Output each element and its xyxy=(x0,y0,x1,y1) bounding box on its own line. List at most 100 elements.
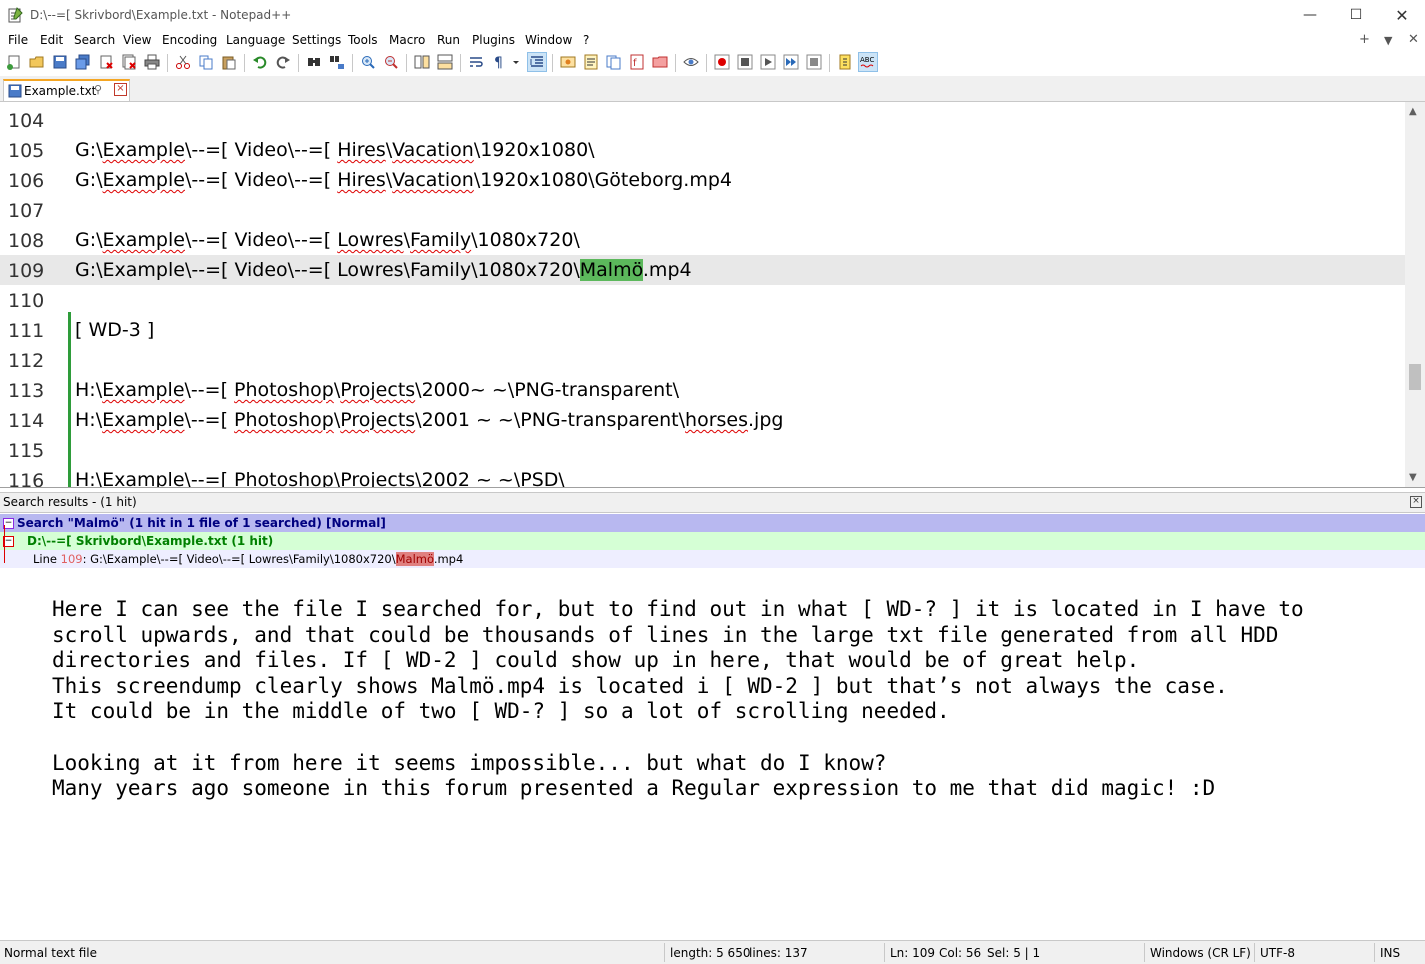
document-map-icon[interactable] xyxy=(583,54,599,70)
show-all-characters-icon[interactable]: ¶ xyxy=(491,54,507,70)
menu-macro[interactable]: Macro xyxy=(389,33,425,47)
editor-line[interactable]: 110 xyxy=(0,285,1405,315)
menu-language[interactable]: Language xyxy=(226,33,285,47)
line-number: 104 xyxy=(8,110,45,132)
editor-line[interactable]: 105 G:\Example\--=[ Video\--=[ Hires\Vac… xyxy=(0,135,1405,165)
tab-bar: Example.txt ⚲ × xyxy=(0,76,1425,102)
function-list-icon[interactable]: f xyxy=(629,54,645,70)
macro-record-icon[interactable] xyxy=(714,54,730,70)
editor-line[interactable]: 104 xyxy=(0,105,1405,135)
scroll-up-arrow-icon[interactable]: ▲ xyxy=(1409,106,1417,117)
save-icon[interactable] xyxy=(52,54,68,70)
search-summary-row[interactable]: − Search "Malmö" (1 hit in 1 file of 1 s… xyxy=(0,514,1425,532)
replace-icon[interactable] xyxy=(329,54,345,70)
menu-tools[interactable]: Tools xyxy=(348,33,378,47)
menu-run[interactable]: Run xyxy=(437,33,460,47)
macro-run-multiple-icon[interactable] xyxy=(783,54,799,70)
search-hit-row[interactable]: Line 109: G:\Example\--=[ Video\--=[ Low… xyxy=(0,550,1425,568)
saved-file-icon xyxy=(8,84,22,98)
scroll-down-arrow-icon[interactable]: ▼ xyxy=(1409,472,1417,483)
zoom-out-icon[interactable] xyxy=(383,54,399,70)
status-column: Col: 56 xyxy=(939,946,982,960)
spelling-error-word: Lowres xyxy=(337,229,404,251)
status-insert-mode[interactable]: INS xyxy=(1380,946,1400,960)
line-number: 105 xyxy=(8,140,45,162)
tab-example-txt[interactable]: Example.txt ⚲ × xyxy=(3,79,130,101)
editor-line[interactable]: 115 xyxy=(0,435,1405,465)
line-number: 111 xyxy=(8,320,45,342)
folder-as-workspace-icon[interactable] xyxy=(652,54,668,70)
menu-window[interactable]: Window xyxy=(525,33,572,47)
menu-edit[interactable]: Edit xyxy=(40,33,63,47)
print-icon[interactable] xyxy=(144,54,160,70)
find-icon[interactable] xyxy=(306,54,322,70)
save-all-icon[interactable] xyxy=(75,54,91,70)
minimize-button[interactable]: — xyxy=(1287,0,1333,31)
editor-line[interactable]: 113 H:\Example\--=[ Photoshop\Projects\2… xyxy=(0,375,1405,405)
svg-text:f: f xyxy=(633,58,637,69)
search-results-title: Search results - (1 hit) xyxy=(3,495,137,509)
hit-text-before: : G:\Example\--=[ Video\--=[ Lowres\Fami… xyxy=(82,552,396,566)
zoom-in-icon[interactable] xyxy=(360,54,376,70)
indent-guide-icon[interactable] xyxy=(529,54,545,70)
sync-horizontal-icon[interactable] xyxy=(437,54,453,70)
menu-help[interactable]: ? xyxy=(583,33,589,47)
menu-encoding[interactable]: Encoding xyxy=(162,33,217,47)
editor-vertical-scrollbar[interactable]: ▲ ▼ xyxy=(1405,102,1425,487)
cut-icon[interactable] xyxy=(175,54,191,70)
search-hit-highlight: Malmö xyxy=(579,259,643,281)
macro-play-icon[interactable] xyxy=(760,54,776,70)
new-tab-plus-icon[interactable]: + xyxy=(1359,32,1370,47)
word-wrap-icon[interactable] xyxy=(468,54,484,70)
editor-line[interactable]: 106 G:\Example\--=[ Video\--=[ Hires\Vac… xyxy=(0,165,1405,195)
open-file-icon[interactable] xyxy=(29,54,45,70)
new-file-icon[interactable] xyxy=(6,54,22,70)
menu-search[interactable]: Search xyxy=(74,33,115,47)
line-number: 116 xyxy=(8,470,45,488)
current-editor-line[interactable]: 109 G:\Example\--=[ Video\--=[ Lowres\Fa… xyxy=(0,255,1405,285)
close-window-button[interactable]: ✕ xyxy=(1379,0,1425,31)
status-separator xyxy=(1374,943,1375,962)
editor-area[interactable]: 104 105 G:\Example\--=[ Video\--=[ Hires… xyxy=(0,102,1425,488)
sync-vertical-icon[interactable] xyxy=(414,54,430,70)
menu-view[interactable]: View xyxy=(123,33,151,47)
spelling-error-word: Family xyxy=(410,229,472,251)
redo-icon[interactable] xyxy=(275,54,291,70)
menu-settings[interactable]: Settings xyxy=(292,33,341,47)
tab-close-icon[interactable]: × xyxy=(114,83,127,96)
editor-line[interactable]: 107 xyxy=(0,195,1405,225)
editor-line[interactable]: 116 H:\Example\--=[ Photoshop\Projects\2… xyxy=(0,465,1405,488)
menu-bar: File Edit Search View Encoding Language … xyxy=(0,31,1425,50)
plugin-icon[interactable] xyxy=(837,54,853,70)
status-eol[interactable]: Windows (CR LF) xyxy=(1150,946,1251,960)
spell-check-icon[interactable]: ABC xyxy=(860,54,876,70)
editor-line[interactable]: 108 G:\Example\--=[ Video\--=[ Lowres\Fa… xyxy=(0,225,1405,255)
editor-line[interactable]: 114 H:\Example\--=[ Photoshop\Projects\2… xyxy=(0,405,1405,435)
menu-file[interactable]: File xyxy=(8,33,28,47)
search-file-row[interactable]: − D:\--=[ Skrivbord\Example.txt (1 hit) xyxy=(0,532,1425,550)
monitoring-eye-icon[interactable] xyxy=(683,54,699,70)
editor-line[interactable]: 111 [ WD-3 ] xyxy=(0,315,1405,345)
copy-icon[interactable] xyxy=(198,54,214,70)
search-results-close-icon[interactable]: × xyxy=(1410,496,1422,508)
menu-plugins[interactable]: Plugins xyxy=(472,33,515,47)
pin-icon[interactable]: ⚲ xyxy=(94,83,102,96)
close-all-icon[interactable] xyxy=(121,54,137,70)
search-hit-text: Line 109: G:\Example\--=[ Video\--=[ Low… xyxy=(33,552,463,566)
status-encoding[interactable]: UTF-8 xyxy=(1260,946,1295,960)
document-list-icon[interactable] xyxy=(606,54,622,70)
paste-icon[interactable] xyxy=(221,54,237,70)
user-defined-language-icon[interactable] xyxy=(560,54,576,70)
show-symbol-dropdown-icon[interactable] xyxy=(511,54,521,70)
undo-icon[interactable] xyxy=(252,54,268,70)
maximize-button[interactable]: ☐ xyxy=(1333,0,1379,31)
close-document-icon[interactable]: ✕ xyxy=(1408,32,1419,47)
close-file-icon[interactable] xyxy=(98,54,114,70)
macro-stop-icon[interactable] xyxy=(737,54,753,70)
macro-save-icon[interactable] xyxy=(806,54,822,70)
tab-list-dropdown-icon[interactable]: ▼ xyxy=(1384,34,1392,47)
scrollbar-thumb[interactable] xyxy=(1409,364,1421,390)
hit-text-after: .mp4 xyxy=(433,552,464,566)
editor-line[interactable]: 112 xyxy=(0,345,1405,375)
toolbar-separator xyxy=(829,54,830,72)
